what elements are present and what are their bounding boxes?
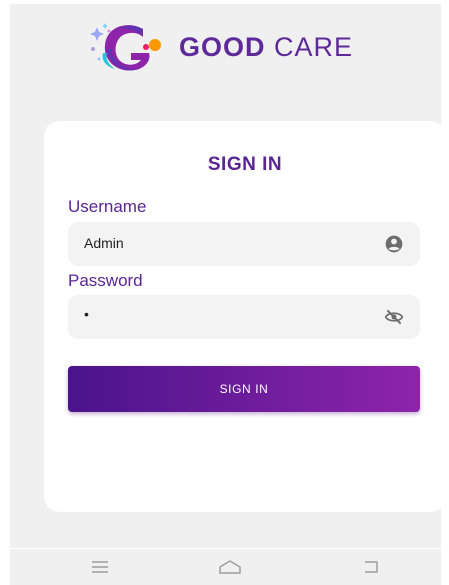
username-value: Admin <box>84 235 124 251</box>
brand-name: GOOD CARE <box>179 32 353 63</box>
phone-screen: GOOD CARE SIGN IN Username Admin Passwor… <box>0 0 449 585</box>
system-nav-bar <box>10 549 441 585</box>
username-label: Username <box>68 197 147 216</box>
sign-in-card: SIGN IN Username Admin Password • SIGN I… <box>44 121 446 512</box>
sign-in-button[interactable]: SIGN IN <box>68 366 420 412</box>
password-value: • <box>84 306 89 322</box>
card-title: SIGN IN <box>207 154 283 175</box>
eye-slash-icon[interactable] <box>384 307 404 327</box>
password-label: Password <box>68 271 143 290</box>
user-circle-icon <box>385 235 403 253</box>
app-background: GOOD CARE SIGN IN Username Admin Passwor… <box>10 4 446 548</box>
username-field[interactable]: Admin <box>68 222 420 266</box>
home-icon[interactable] <box>218 559 242 575</box>
menu-icon[interactable] <box>90 559 110 575</box>
app-logo: GOOD CARE <box>85 19 385 79</box>
brand-word-care: CARE <box>274 32 354 62</box>
good-care-logo-icon <box>90 23 161 71</box>
back-icon[interactable] <box>361 559 381 575</box>
password-field[interactable]: • <box>68 295 420 339</box>
brand-word-good: GOOD <box>179 32 266 62</box>
